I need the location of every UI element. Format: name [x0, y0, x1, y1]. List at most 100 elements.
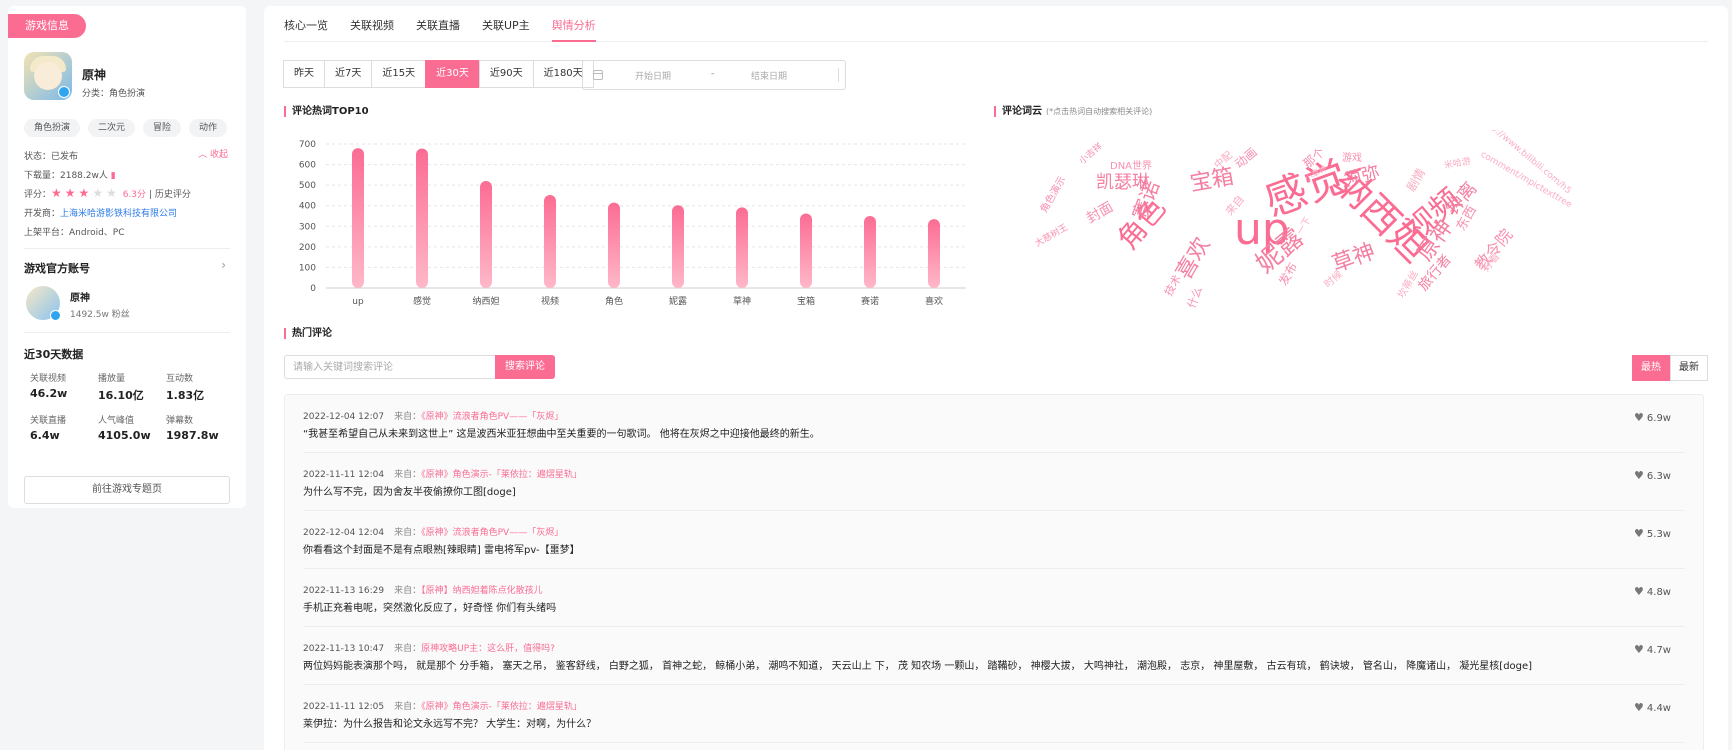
- comment-meta: 2022-11-11 12:05 来自：《原神》角色演示-「莱依拉：遍熠星轨」: [303, 702, 582, 712]
- bar-感觉[interactable]: [416, 148, 428, 288]
- cloud-word[interactable]: 角色演示: [1039, 175, 1069, 215]
- heart-icon: ♥: [1634, 585, 1644, 598]
- cloud-word[interactable]: 剧情: [1404, 166, 1428, 194]
- range-button[interactable]: 近90天: [478, 60, 534, 88]
- comment-list: 2022-12-04 12:07 来自：《原神》流浪者角色PV——「灰烬」 “我甚至…: [284, 394, 1704, 750]
- cloud-word[interactable]: 小吉祥: [1078, 142, 1105, 167]
- cloud-word[interactable]: 什么: [1185, 285, 1205, 310]
- stat-item: 关联视频 46.2w: [30, 371, 98, 403]
- range-button[interactable]: 近7天: [324, 60, 373, 88]
- comment-time: 2022-12-04 12:04: [303, 528, 385, 538]
- cloud-word[interactable]: DNA世界: [1110, 162, 1152, 172]
- rating-history-link[interactable]: | 历史评分: [149, 190, 191, 200]
- bar-草神[interactable]: [736, 207, 748, 288]
- y-tick-label: 400: [299, 202, 316, 212]
- comment-source-link[interactable]: 《原神》流浪者角色PV——「灰烬」: [421, 412, 563, 422]
- rating-stars: ★★★★★: [51, 186, 120, 200]
- collapse-button[interactable]: ︿ 收起: [198, 147, 228, 160]
- range-button[interactable]: 近15天: [371, 60, 427, 88]
- comment-text: 手机正充着电呢，突然激化反应了，好奇怪 你们有头绪吗: [303, 603, 557, 614]
- comment-item: 2022-12-04 12:07 来自：《原神》流浪者角色PV——「灰烬」 “我甚至…: [303, 395, 1685, 453]
- tab-4[interactable]: 舆情分析: [551, 6, 596, 42]
- comment-text: “我甚至希望自己从未来到这世上” 这是波西米亚狂想曲中至关重要的一句歌词。 他将…: [303, 429, 820, 440]
- x-tick-label: 角色: [605, 295, 623, 307]
- tab-2[interactable]: 关联直播: [416, 6, 460, 42]
- game-tag[interactable]: 角色扮演: [24, 119, 81, 137]
- x-tick-label: 宝箱: [797, 295, 815, 307]
- comment-text: 莱伊拉：为什么报告和论文永远写不完？ 大学生：对啊，为什么？: [303, 719, 597, 730]
- search-comments-button[interactable]: 搜索评论: [495, 355, 555, 379]
- heart-icon: ♥: [1634, 527, 1644, 540]
- stat-item: 播放量 16.10亿: [98, 371, 166, 403]
- game-info-card: 游戏信息 原神 分类：角色扮演 角色扮演 二次元 冒险 动作 状态：已发布 ︿ 收起 …: [8, 6, 246, 508]
- calendar-icon: [593, 70, 603, 80]
- end-date-input[interactable]: 结束日期: [751, 69, 787, 82]
- verified-badge-icon: [50, 310, 61, 321]
- comment-likes: ♥ 5.3w: [1634, 527, 1671, 540]
- comment-time: 2022-11-11 12:05: [303, 702, 385, 712]
- y-tick-label: 500: [299, 181, 316, 191]
- comment-time: 2022-11-11 12:04: [303, 470, 385, 480]
- date-range-group: 昨天 近7天 近15天 近30天 近90天 近180天: [283, 60, 594, 88]
- avatar[interactable]: [26, 286, 61, 321]
- game-tag[interactable]: 冒险: [143, 119, 182, 137]
- tab-3[interactable]: 关联UP主: [482, 6, 530, 42]
- bar-喜欢[interactable]: [928, 219, 940, 288]
- rating-score: 6.3分: [122, 190, 147, 200]
- comment-text: 两位妈妈能表演那个吗， 就是那个 分手箱， 塞天之吊， 鉴客舒线， 白野之狐， …: [303, 661, 1533, 672]
- stat-label: 关联视频: [30, 374, 67, 384]
- sort-button[interactable]: 最热: [1632, 355, 1670, 381]
- game-tag[interactable]: 动作: [189, 119, 228, 137]
- stat-label: 播放量: [98, 374, 126, 384]
- date-range-picker[interactable]: 开始日期 - 结束日期: [582, 60, 846, 90]
- cloud-word[interactable]: 米哈游: [1443, 157, 1471, 172]
- bar-赛诺[interactable]: [864, 216, 876, 288]
- start-date-input[interactable]: 开始日期: [635, 69, 671, 82]
- game-info-tag: 游戏信息: [8, 14, 86, 38]
- tab-0[interactable]: 核心一览: [284, 6, 328, 42]
- comment-time: 2022-11-13 10:47: [303, 644, 385, 654]
- account-fans: 1492.5w 粉丝: [70, 310, 130, 320]
- range-button[interactable]: 昨天: [283, 60, 325, 88]
- account-name[interactable]: 原神: [70, 289, 90, 304]
- cloud-word[interactable]: 时候: [1322, 269, 1344, 290]
- bar-视频[interactable]: [544, 195, 556, 288]
- cloud-word[interactable]: 宝箱: [1188, 164, 1236, 196]
- stat-value: 16.10亿: [98, 389, 144, 402]
- cloud-word[interactable]: 凯瑟琳: [1096, 174, 1150, 192]
- chevron-right-icon[interactable]: ›: [221, 258, 226, 272]
- cloud-word[interactable]: 游戏: [1342, 154, 1362, 164]
- cloud-word[interactable]: 技术: [1162, 273, 1184, 299]
- cloud-word[interactable]: 大慈树王: [1034, 223, 1070, 250]
- game-tag[interactable]: 二次元: [88, 119, 136, 137]
- goto-topic-button[interactable]: 前往游戏专题页: [24, 476, 230, 504]
- sort-button[interactable]: 最新: [1670, 355, 1708, 381]
- word-cloud-title: 评论词云 (*点击热词自动搜索相关评论): [994, 106, 1152, 117]
- developer-link[interactable]: 上海米哈游影铁科技有限公司: [60, 209, 177, 219]
- comment-source-link[interactable]: 《原神》流浪者角色PV——「灰烬」: [421, 528, 563, 538]
- y-tick-label: 300: [299, 222, 316, 232]
- comment-source-link[interactable]: 原神攻略UP主：这么肝，值得吗?: [421, 644, 555, 654]
- bar-宝箱[interactable]: [800, 213, 812, 288]
- comment-source-link[interactable]: 【原神】纳西妲着陈点化散孩儿: [421, 586, 543, 596]
- stat-label: 弹幕数: [166, 416, 194, 426]
- verified-badge-icon: [58, 86, 70, 98]
- star-icon: ★: [78, 186, 93, 200]
- cloud-word[interactable]: 一下: [1296, 216, 1314, 237]
- stats-title: 近30天数据: [24, 348, 84, 361]
- cloud-word[interactable]: 封面: [1084, 199, 1116, 227]
- y-tick-label: 100: [299, 263, 316, 273]
- range-button[interactable]: 近30天: [425, 60, 480, 88]
- comment-search-input[interactable]: [284, 355, 496, 379]
- star-icon: ★: [64, 186, 79, 200]
- comment-source-link[interactable]: 《原神》角色演示-「莱依拉：遍熠星轨」: [421, 702, 582, 712]
- bar-纳西妲[interactable]: [480, 181, 492, 288]
- cloud-word[interactable]: 动画: [1232, 145, 1259, 171]
- bar-妮露[interactable]: [672, 205, 684, 288]
- tab-1[interactable]: 关联视频: [350, 6, 394, 42]
- bar-角色[interactable]: [608, 202, 620, 288]
- bar-up[interactable]: [352, 148, 364, 288]
- comment-meta: 2022-12-04 12:04 来自：《原神》流浪者角色PV——「灰烬」: [303, 528, 564, 538]
- comment-source-link[interactable]: 《原神》角色演示-「莱依拉：遍熠星轨」: [421, 470, 582, 480]
- tab-bar: 核心一览 关联视频 关联直播 关联UP主 舆情分析: [284, 6, 1708, 42]
